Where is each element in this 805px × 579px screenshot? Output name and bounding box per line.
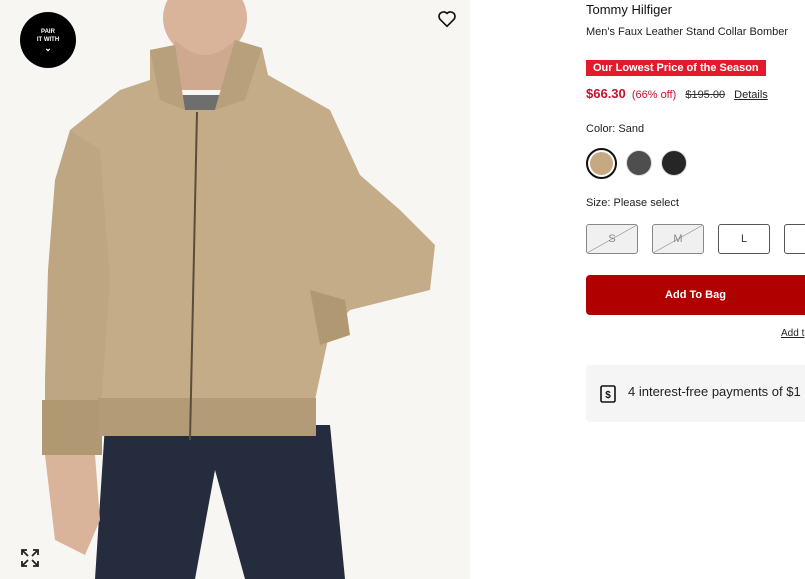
discount-percent: (66% off): [631, 89, 677, 101]
size-option-s[interactable]: S: [586, 224, 638, 254]
size-option-x[interactable]: X: [784, 224, 805, 254]
product-image[interactable]: PAIR IT WITH ⌄: [0, 0, 470, 579]
expand-icon[interactable]: [20, 548, 40, 568]
heart-icon[interactable]: [436, 8, 458, 30]
color-label: Color: Sand: [586, 123, 645, 135]
details-link[interactable]: Details: [734, 89, 768, 101]
price-row: $66.30 (66% off) $195.00 Details: [586, 86, 768, 101]
installments-text: 4 interest-free payments of $1: [628, 384, 801, 399]
sale-price: $66.30: [586, 86, 626, 101]
dollar-tag-icon: $: [600, 385, 616, 403]
color-swatches: [586, 148, 687, 179]
add-to-bag-button[interactable]: Add To Bag: [586, 275, 805, 315]
size-option-l[interactable]: L: [718, 224, 770, 254]
color-swatch-sand[interactable]: [586, 148, 617, 179]
promo-badge: Our Lowest Price of the Season: [586, 60, 766, 76]
color-swatch-grey[interactable]: [626, 150, 652, 176]
add-to-list-link[interactable]: Add t: [781, 328, 804, 339]
pair-badge-line1: PAIR: [41, 28, 55, 35]
pair-it-with-button[interactable]: PAIR IT WITH ⌄: [20, 12, 76, 68]
size-options: S M L X: [586, 224, 805, 254]
installments-banner: $ 4 interest-free payments of $1: [586, 365, 805, 422]
size-option-m[interactable]: M: [652, 224, 704, 254]
size-label: Size: Please select: [586, 197, 679, 209]
brand-link[interactable]: Tommy Hilfiger: [586, 2, 672, 17]
product-title: Men's Faux Leather Stand Collar Bomber: [586, 26, 789, 38]
color-swatch-black[interactable]: [661, 150, 687, 176]
chevron-down-icon: ⌄: [44, 42, 52, 53]
original-price: $195.00: [685, 89, 726, 101]
product-photo-illustration: [0, 0, 470, 579]
svg-text:$: $: [605, 390, 611, 401]
